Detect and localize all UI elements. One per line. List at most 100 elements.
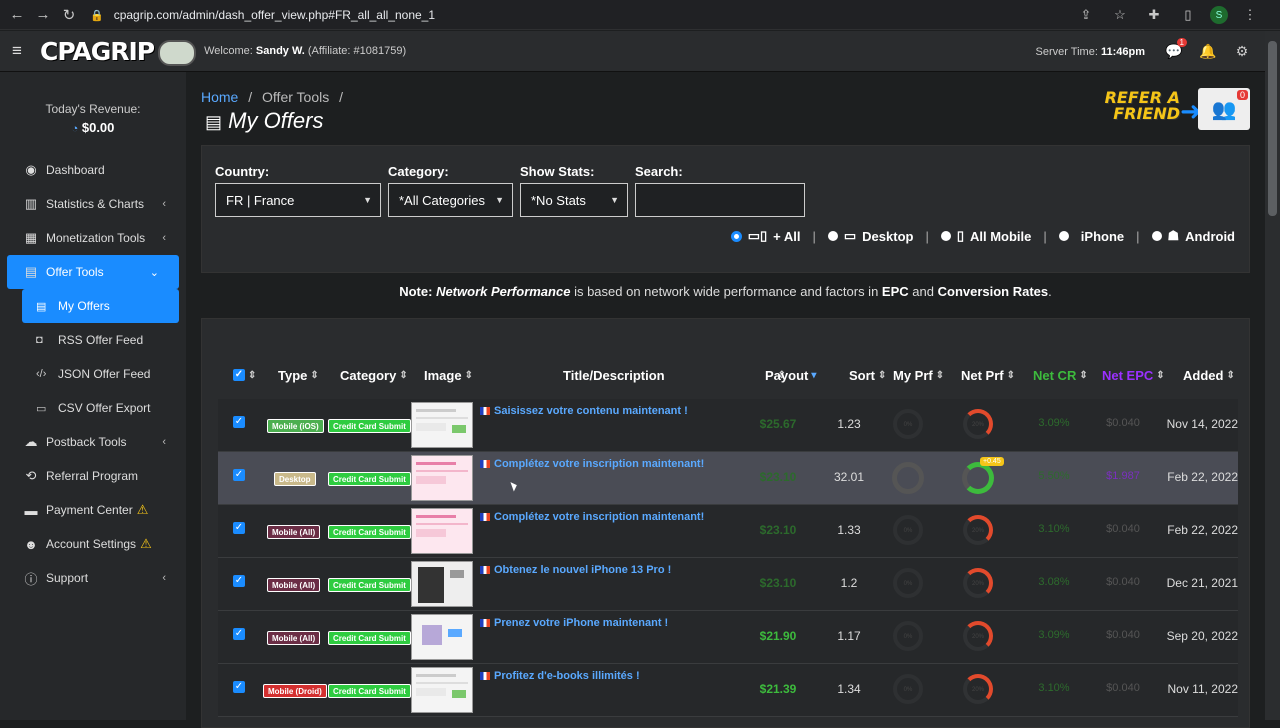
- cpagrip-logo[interactable]: CPAGRIP: [40, 37, 197, 66]
- table-row[interactable]: ✓ Mobile (Droid) Credit Card Submit Prof…: [218, 664, 1238, 717]
- extensions-icon[interactable]: ✚: [1142, 3, 1166, 27]
- offer-thumbnail[interactable]: [411, 402, 473, 448]
- offer-thumbnail[interactable]: [411, 667, 473, 713]
- address-bar[interactable]: 🔒 cpagrip.com/admin/dash_offer_view.php#…: [90, 3, 1100, 27]
- page-scrollbar[interactable]: [1265, 31, 1280, 720]
- category-badge: Credit Card Submit: [328, 631, 411, 645]
- settings-gear-icon[interactable]: ⚙: [1231, 41, 1253, 63]
- messages-icon[interactable]: 💬 1: [1163, 37, 1187, 63]
- menu-kebab-icon[interactable]: ⋮: [1238, 3, 1262, 27]
- row-checkbox[interactable]: ✓: [233, 469, 245, 481]
- row-checkbox[interactable]: ✓: [233, 416, 245, 428]
- th-net-epc[interactable]: Net EPC ⇕: [1102, 365, 1165, 385]
- th-my-prf[interactable]: My Prf ⇕: [893, 365, 944, 385]
- desktop-icon: ▭: [843, 228, 857, 243]
- th-sort[interactable]: Sort ⇕: [849, 365, 886, 385]
- th-net-prf[interactable]: Net Prf ⇕: [961, 365, 1015, 385]
- row-checkbox[interactable]: ✓: [233, 522, 245, 534]
- net-prf-change-badge: +0.45: [980, 457, 1004, 466]
- hamburger-menu-icon[interactable]: ≡: [12, 41, 38, 61]
- desktop-mobile-icon: ▭▯: [747, 228, 768, 243]
- sidebar-item-rss-feed[interactable]: ◘ RSS Offer Feed: [0, 323, 186, 357]
- sidebar-item-dashboard[interactable]: ◉ Dashboard: [0, 153, 186, 187]
- list-icon: ▤: [205, 112, 223, 132]
- sidebar-item-account[interactable]: ☻ Account Settings ⚠: [0, 527, 186, 561]
- sidebar-item-offer-tools[interactable]: ▤ Offer Tools ⌄: [7, 255, 179, 289]
- cloud-icon: ☁: [24, 434, 38, 449]
- search-input[interactable]: [635, 183, 805, 217]
- bookmark-star-icon[interactable]: ☆: [1108, 3, 1132, 27]
- user-name: Sandy W.: [255, 45, 305, 57]
- sidepanel-icon[interactable]: ▯: [1176, 3, 1200, 27]
- forward-icon[interactable]: →: [30, 2, 56, 28]
- device-all-radio[interactable]: ▭▯ + All: [730, 228, 800, 244]
- added-date: Nov 14, 2022: [1166, 417, 1238, 431]
- th-image[interactable]: Image ⇕: [424, 365, 473, 385]
- share-icon[interactable]: ⇪: [1074, 3, 1098, 27]
- reload-icon[interactable]: ↻: [56, 2, 82, 28]
- th-category[interactable]: Category ⇕: [340, 365, 408, 385]
- table-row[interactable]: ✓ Mobile (All) Credit Card Submit Prenez…: [218, 611, 1238, 664]
- th-net-cr[interactable]: Net CR ⇕: [1033, 365, 1088, 385]
- table-row[interactable]: ✓ Mobile (All) Credit Card Submit Obtene…: [218, 558, 1238, 611]
- radio: [940, 231, 951, 241]
- fist-logo-icon: [158, 39, 197, 66]
- offer-thumbnail[interactable]: [411, 508, 473, 554]
- payout-value: $23.10: [759, 523, 797, 537]
- th-title[interactable]: Title/Description ⇕: [563, 365, 786, 385]
- offer-title-link[interactable]: Complétez votre inscription maintenant!: [480, 511, 704, 523]
- sidebar-item-monetization[interactable]: ▦ Monetization Tools ‹: [0, 221, 186, 255]
- profile-avatar[interactable]: S: [1210, 6, 1228, 24]
- offer-title-link[interactable]: Profitez d'e-books illimités !: [480, 670, 640, 682]
- refer-a-friend-banner[interactable]: REFER A FRIEND ➜ 👥 0: [1070, 88, 1250, 132]
- offer-title-link[interactable]: Complétez votre inscription maintenant!: [480, 458, 704, 470]
- category-select[interactable]: *All Categories ▼: [388, 183, 513, 217]
- url-text: cpagrip.com/admin/dash_offer_view.php#FR…: [113, 8, 436, 22]
- payout-value: $23.10: [759, 470, 797, 484]
- offer-title-link[interactable]: Prenez votre iPhone maintenant !: [480, 617, 668, 629]
- back-icon[interactable]: ←: [4, 2, 30, 28]
- sidebar-item-payment[interactable]: ▬ Payment Center ⚠: [0, 493, 186, 527]
- sidebar-item-postback[interactable]: ☁ Postback Tools ‹: [0, 425, 186, 459]
- file-icon: ▭: [36, 402, 47, 415]
- offer-thumbnail[interactable]: [411, 455, 473, 501]
- scrollbar-thumb[interactable]: [1268, 41, 1277, 216]
- show-stats-select[interactable]: *No Stats ▼: [520, 183, 628, 217]
- referrals-button[interactable]: 👥 0: [1198, 88, 1250, 130]
- row-checkbox[interactable]: ✓: [233, 575, 245, 587]
- table-row[interactable]: ✓ Desktop Credit Card Submit Complétez v…: [218, 452, 1238, 505]
- sidebar-item-referral[interactable]: ⟲ Referral Program: [0, 459, 186, 493]
- select-all-checkbox[interactable]: ✓ ⇕: [233, 365, 256, 385]
- my-prf-gauge: 0%: [893, 568, 923, 598]
- th-type[interactable]: Type ⇕: [278, 365, 319, 385]
- th-added[interactable]: Added ⇕: [1183, 365, 1235, 385]
- list-icon: ▤: [36, 300, 47, 313]
- th-payout[interactable]: Payout ▾: [765, 365, 816, 385]
- device-android-radio[interactable]: ☗ Android: [1151, 228, 1235, 244]
- info-icon: ⓘ: [24, 571, 38, 587]
- notifications-bell-icon[interactable]: 🔔: [1197, 41, 1219, 63]
- category-badge: Credit Card Submit: [328, 525, 411, 539]
- france-flag-icon: [480, 513, 490, 522]
- country-select[interactable]: FR | France ▼: [215, 183, 381, 217]
- device-mobile-radio[interactable]: ▯ All Mobile: [940, 228, 1031, 244]
- table-row[interactable]: ✓ Mobile (All) Credit Card Submit Complé…: [218, 505, 1238, 558]
- net-cr-value: 3.09%: [1038, 629, 1070, 641]
- device-desktop-radio[interactable]: ▭ Desktop: [827, 228, 913, 244]
- sidebar-item-json-feed[interactable]: ‹/› JSON Offer Feed: [0, 357, 186, 391]
- sidebar-item-support[interactable]: ⓘ Support ‹: [0, 561, 186, 595]
- radio: [1058, 231, 1069, 241]
- row-checkbox[interactable]: ✓: [233, 681, 245, 693]
- device-iphone-radio[interactable]: iPhone: [1058, 229, 1124, 244]
- offer-thumbnail[interactable]: [411, 614, 473, 660]
- offer-title-link[interactable]: Obtenez le nouvel iPhone 13 Pro !: [480, 564, 671, 576]
- offer-thumbnail[interactable]: [411, 561, 473, 607]
- breadcrumb-home[interactable]: Home: [201, 89, 238, 105]
- table-row[interactable]: ✓ Mobile (iOS) Credit Card Submit Saisis…: [218, 399, 1238, 452]
- row-checkbox[interactable]: ✓: [233, 628, 245, 640]
- sidebar-item-my-offers[interactable]: ▤ My Offers: [22, 289, 179, 323]
- sidebar-item-statistics[interactable]: ▥ Statistics & Charts ‹: [0, 187, 186, 221]
- chevron-left-icon: ‹: [162, 572, 166, 584]
- sidebar-item-csv-export[interactable]: ▭ CSV Offer Export: [0, 391, 186, 425]
- offer-title-link[interactable]: Saisissez votre contenu maintenant !: [480, 405, 688, 417]
